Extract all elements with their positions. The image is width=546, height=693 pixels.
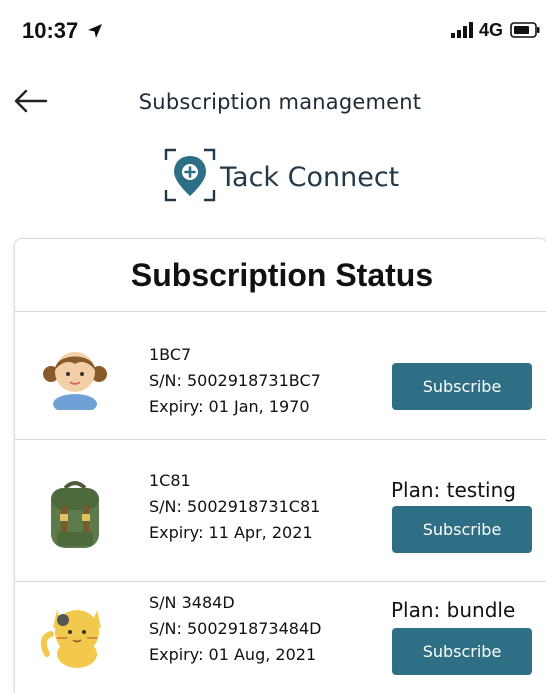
- network-type: 4G: [479, 20, 504, 40]
- backpack-icon: [51, 481, 99, 548]
- device-row: S/N 3484D S/N: 500291873484D Expiry: 01 …: [15, 576, 546, 693]
- battery-icon: [510, 22, 540, 38]
- plan-label: Plan: bundle: [391, 598, 516, 622]
- cellular-signal-icon: [451, 22, 473, 38]
- device-info: 1C81 S/N: 5002918731C81 Expiry: 11 Apr, …: [149, 468, 320, 546]
- brand-logo: Tack Connect: [162, 146, 402, 210]
- device-name: 1C81: [149, 471, 191, 490]
- device-serial: S/N: 5002918731C81: [149, 497, 321, 516]
- status-bar: 10:37 4G: [0, 0, 546, 60]
- subscribe-button[interactable]: Subscribe: [392, 363, 532, 410]
- device-expiry: Expiry: 01 Aug, 2021: [149, 645, 317, 664]
- location-pin-logo-icon: [164, 148, 216, 202]
- device-info: S/N 3484D S/N: 500291873484D Expiry: 01 …: [149, 590, 321, 668]
- subscribe-button[interactable]: Subscribe: [392, 628, 532, 675]
- device-serial: S/N: 5002918731BC7: [149, 371, 321, 390]
- girl-avatar-icon: [43, 352, 107, 410]
- device-expiry: Expiry: 01 Jan, 1970: [149, 397, 310, 416]
- status-time: 10:37: [22, 18, 79, 43]
- device-row: 1BC7 S/N: 5002918731BC7 Expiry: 01 Jan, …: [15, 312, 546, 440]
- location-arrow-icon: [88, 24, 102, 38]
- device-expiry: Expiry: 11 Apr, 2021: [149, 523, 313, 542]
- device-row: 1C81 S/N: 5002918731C81 Expiry: 11 Apr, …: [15, 454, 546, 582]
- device-info: 1BC7 S/N: 5002918731BC7 Expiry: 01 Jan, …: [149, 342, 321, 420]
- subscribe-button[interactable]: Subscribe: [392, 506, 532, 553]
- cat-icon: [40, 610, 101, 668]
- device-serial: S/N: 500291873484D: [149, 619, 322, 638]
- plan-label: Plan: testing: [391, 478, 516, 502]
- device-name: 1BC7: [149, 345, 192, 364]
- device-name: S/N 3484D: [149, 593, 235, 612]
- card-title: Subscription Status: [130, 257, 434, 293]
- subscription-card: Subscription Status 1BC7 S/N: 5002918731…: [14, 238, 546, 693]
- divider: [15, 439, 546, 440]
- page-title: Subscription management: [138, 90, 422, 114]
- brand-name: Tack Connect: [220, 162, 400, 193]
